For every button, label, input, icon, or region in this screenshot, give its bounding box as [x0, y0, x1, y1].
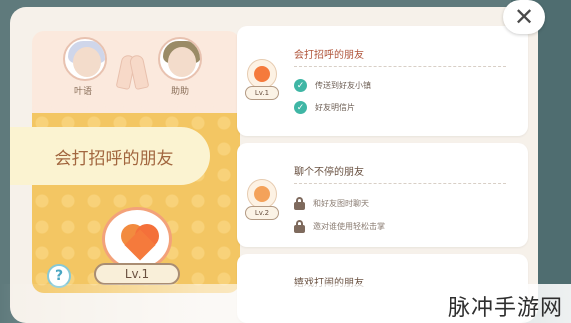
level-label: Lv.1	[94, 263, 180, 285]
level-title-banner: 会打招呼的朋友	[10, 127, 210, 185]
lock-icon	[294, 197, 305, 210]
watermark-text: 脉冲手游网	[447, 296, 563, 321]
item-level-label: Lv.2	[245, 206, 279, 220]
item-title: 会打招呼的朋友	[294, 50, 364, 61]
locked-row: 和好友图时聊天	[294, 197, 369, 210]
unlock-row: ✓ 传送到好友小镇	[294, 79, 371, 92]
avatar-right-name: 助助	[171, 87, 190, 97]
avatar-right[interactable]	[158, 37, 202, 81]
item-divider	[294, 183, 506, 184]
check-icon: ✓	[294, 101, 307, 114]
locked-text: 和好友图时聊天	[313, 199, 369, 208]
avatar-left[interactable]	[63, 37, 107, 81]
close-button[interactable]: ✕	[503, 0, 545, 34]
item-level-label: Lv.1	[245, 86, 279, 100]
level-item-1[interactable]: Lv.1 会打招呼的朋友 ✓ 传送到好友小镇 ✓ 好友明信片	[237, 26, 528, 136]
lock-icon	[294, 220, 305, 233]
item-divider	[294, 66, 506, 67]
friendship-level-card: 叶语 助助 会打招呼的朋友 Lv.1 ?	[10, 7, 240, 323]
unlock-text: 好友明信片	[315, 103, 355, 112]
check-icon: ✓	[294, 79, 307, 92]
high-five-icon	[114, 53, 152, 91]
level-item-2[interactable]: Lv.2 聊个不停的朋友 和好友图时聊天 邀对谁使用轻松击掌	[237, 143, 528, 247]
lock-icon	[247, 179, 277, 209]
heart-icon	[121, 220, 159, 261]
locked-row: 邀对谁使用轻松击掌	[294, 220, 385, 233]
unlock-row: ✓ 好友明信片	[294, 101, 355, 114]
level-badge	[102, 207, 172, 271]
heart-icon	[247, 59, 277, 89]
item-title: 聊个不停的朋友	[294, 167, 364, 178]
friendship-panel: 叶语 助助 会打招呼的朋友 Lv.1 ? Lv.1 会打招呼的朋友 ✓ 传送到好…	[10, 7, 538, 323]
locked-text: 邀对谁使用轻松击掌	[313, 222, 385, 231]
unlock-text: 传送到好友小镇	[315, 81, 371, 90]
level-title: 会打招呼的朋友	[54, 148, 174, 169]
avatar-left-name: 叶语	[74, 87, 93, 97]
